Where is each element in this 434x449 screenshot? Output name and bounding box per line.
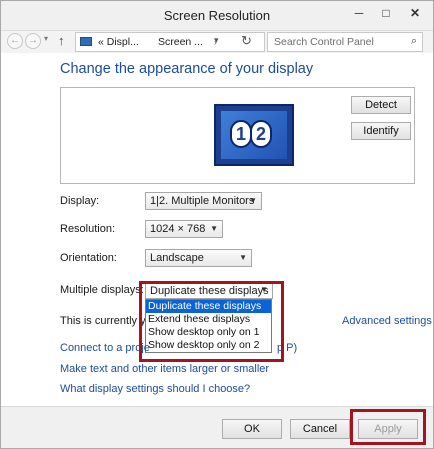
search-input[interactable]: Search Control Panel ⌕ [267,32,423,52]
display-settings-help-link[interactable]: What display settings should I choose? [60,383,250,395]
chevron-down-icon: ▼ [210,224,218,233]
page-title: Change the appearance of your display [60,61,314,77]
resolution-select[interactable]: 1024 × 768 ▼ [145,220,223,238]
minimize-button[interactable]: ─ [346,3,372,23]
display-label: Display: [60,195,100,207]
forward-arrow-icon[interactable]: → [25,33,41,49]
display-select-value: 1|2. Multiple Monitors [150,195,255,207]
monitor-badge-1: 1 [230,120,252,148]
back-arrow-icon[interactable]: ← [7,33,23,49]
multiple-displays-label: Multiple displays: [60,284,144,296]
refresh-icon[interactable]: ↻ [241,33,252,49]
up-arrow-icon[interactable]: ↑ [58,33,65,48]
monitor-badge-2: 2 [250,120,272,148]
close-button[interactable]: ✕ [400,3,430,23]
identify-button[interactable]: Identify [351,122,411,140]
detect-button[interactable]: Detect [351,96,411,114]
search-icon[interactable]: ⌕ [411,35,417,48]
maximize-button[interactable]: □ [373,3,399,23]
screen-resolution-window: Screen Resolution ─ □ ✕ ← → ▾ ↑ « Displ.… [0,0,434,449]
orientation-label: Orientation: [60,252,117,264]
recent-locations-icon[interactable]: ▾ [44,34,48,43]
display-preview-panel: 1 2 Detect Identify [60,87,415,184]
chevron-down-icon: ▼ [249,196,257,205]
advanced-settings-link[interactable]: Advanced settings [342,315,432,327]
monitor-icon[interactable]: 1 2 [214,104,294,166]
address-dropdown-icon[interactable]: ▾ [214,35,219,46]
resolution-label: Resolution: [60,223,116,235]
display-select[interactable]: 1|2. Multiple Monitors ▼ [145,192,262,210]
cancel-button[interactable]: Cancel [290,419,350,439]
chevron-down-icon: ▼ [239,253,247,262]
resolution-select-value: 1024 × 768 [150,223,206,235]
breadcrumb-display[interactable]: « Displ... [98,36,139,48]
control-panel-icon [80,37,92,46]
address-bar[interactable]: « Displ... Screen ... › [75,32,265,52]
apply-highlight-box [350,409,426,445]
connect-projector-link[interactable]: Connect to a proje [60,342,150,354]
text-size-link[interactable]: Make text and other items larger or smal… [60,363,269,375]
orientation-select-value: Landscape [150,252,204,264]
dropdown-highlight-box [139,281,284,362]
ok-button[interactable]: OK [222,419,282,439]
search-placeholder: Search Control Panel [274,36,374,48]
current-display-status: This is currently yo [60,315,152,327]
navigation-bar: ← → ▾ ↑ « Displ... Screen ... › ▾ ↻ Sear… [1,31,433,53]
title-bar: Screen Resolution ─ □ ✕ [1,1,433,31]
orientation-select[interactable]: Landscape ▼ [145,249,252,267]
breadcrumb-screen-resolution[interactable]: Screen ... [158,36,203,48]
